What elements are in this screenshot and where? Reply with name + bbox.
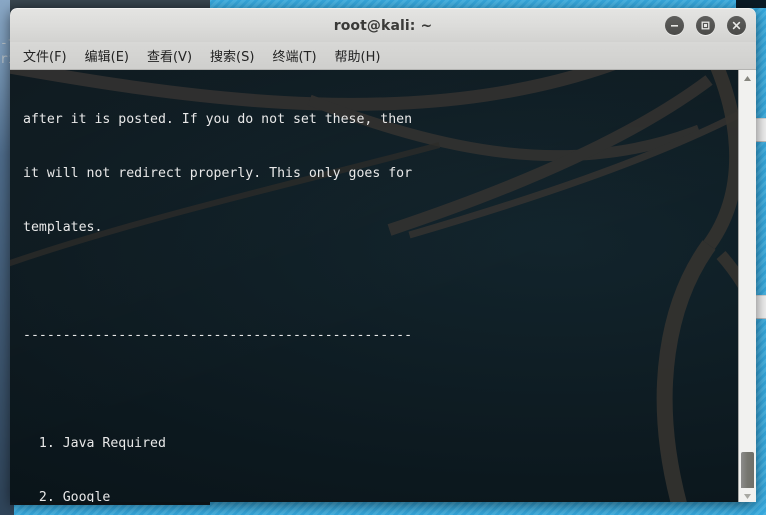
terminal-body: after it is posted. If you do not set th… [10, 70, 756, 502]
minimize-icon[interactable] [665, 16, 684, 35]
terminal-line-option-2[interactable]: 2. Google [23, 489, 738, 502]
menu-item-help[interactable]: 帮助(H) [326, 43, 390, 68]
window-controls [665, 9, 746, 42]
terminal-scrollbar[interactable] [738, 70, 756, 502]
menu-item-search[interactable]: 搜索(S) [201, 43, 263, 68]
scrollbar-up-arrow-icon[interactable] [739, 70, 756, 86]
terminal-screen[interactable]: after it is posted. If you do not set th… [10, 70, 738, 502]
menu-item-file[interactable]: 文件(F) [14, 43, 76, 68]
close-icon[interactable] [727, 16, 746, 35]
maximize-icon[interactable] [696, 16, 715, 35]
terminal-text: after it is posted. If you do not set th… [10, 70, 738, 502]
menubar: 文件(F) 编辑(E) 查看(V) 搜索(S) 终端(T) 帮助(H) [10, 42, 756, 70]
terminal-line: it will not redirect properly. This only… [23, 166, 413, 181]
terminal-line: templates. [23, 220, 103, 235]
titlebar[interactable]: root@kali: ~ [10, 8, 756, 42]
menu-item-terminal[interactable]: 终端(T) [263, 43, 325, 68]
terminal-line-option-1[interactable]: 1. Java Required [23, 435, 738, 453]
background-window-strip-3 [736, 0, 766, 8]
terminal-window[interactable]: root@kali: ~ 文件(F) 编辑(E) 查看(V) 搜索(S) 终端(… [10, 8, 756, 502]
menu-item-edit[interactable]: 编辑(E) [76, 43, 138, 68]
terminal-line-separator: ----------------------------------------… [23, 328, 413, 343]
terminal-line: after it is posted. If you do not set th… [23, 112, 413, 127]
menu-item-view[interactable]: 查看(V) [138, 43, 201, 68]
scrollbar-down-arrow-icon[interactable] [739, 488, 756, 502]
window-title: root@kali: ~ [333, 17, 433, 34]
